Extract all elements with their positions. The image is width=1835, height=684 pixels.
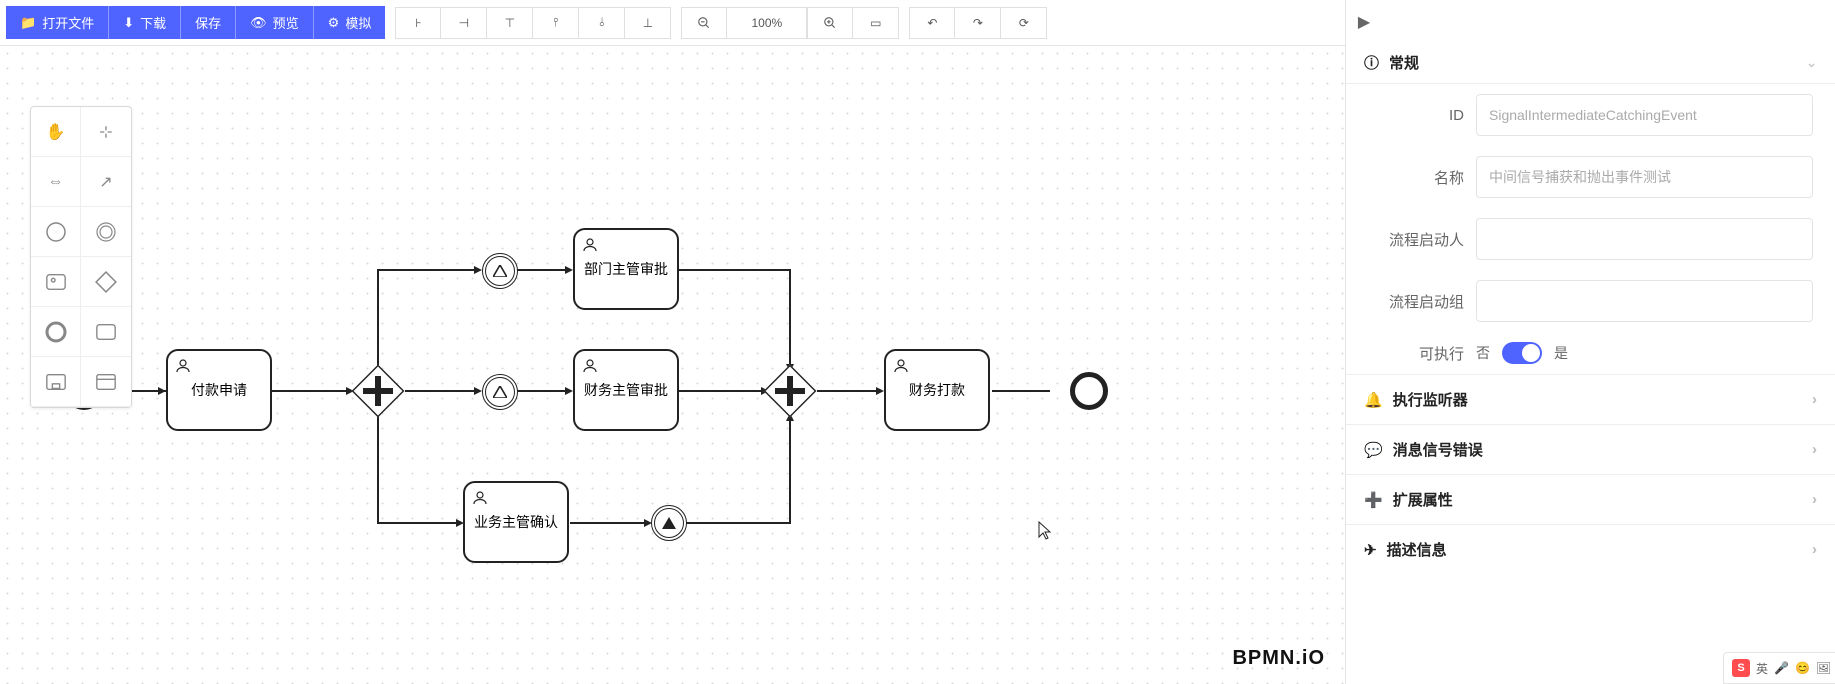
redo-button[interactable]: ↷: [955, 7, 1001, 39]
open-file-button[interactable]: 📁打开文件: [6, 6, 109, 39]
undo-button[interactable]: ↶: [909, 7, 955, 39]
chevron-right-icon: ›: [1812, 441, 1817, 458]
section-message[interactable]: 💬 消息信号错误 ›: [1346, 424, 1835, 474]
section-listener[interactable]: 🔔 执行监听器 ›: [1346, 374, 1835, 424]
folder-icon: 📁: [20, 15, 36, 31]
starter-input[interactable]: [1476, 218, 1813, 260]
cursor-icon: [1038, 521, 1052, 541]
space-tool[interactable]: ⇔: [31, 157, 81, 207]
user-icon: [174, 357, 192, 375]
section-label: 消息信号错误: [1393, 439, 1483, 460]
chevron-right-icon: ›: [1812, 541, 1817, 558]
chevron-right-icon: ›: [1812, 491, 1817, 508]
download-button[interactable]: ⬇下载: [109, 6, 181, 39]
id-input[interactable]: [1476, 94, 1813, 136]
parallel-gateway-split[interactable]: [352, 365, 404, 417]
section-desc[interactable]: ✈ 描述信息 ›: [1346, 524, 1835, 574]
signal-catch-2[interactable]: [482, 374, 518, 410]
plus-circle-icon: ➕: [1364, 491, 1383, 509]
hand-tool[interactable]: ✋: [31, 107, 81, 157]
task-payment-request[interactable]: 付款申请: [166, 349, 272, 431]
bell-icon: 🔔: [1364, 391, 1383, 409]
zoom-fit-button[interactable]: ▭: [853, 7, 899, 39]
task-label: 财务打款: [909, 380, 965, 400]
user-icon: [892, 357, 910, 375]
task-business-confirm[interactable]: 业务主管确认: [463, 481, 569, 563]
align-middle-button[interactable]: ⫰: [579, 7, 625, 39]
panel-collapse-button[interactable]: ▶: [1350, 8, 1378, 36]
zoom-percent: 100%: [727, 7, 807, 39]
align-right-button[interactable]: ⊣: [441, 7, 487, 39]
lasso-tool[interactable]: ⊹: [81, 107, 131, 157]
chevron-right-icon: ›: [1812, 391, 1817, 408]
executable-switch[interactable]: [1502, 342, 1542, 364]
task-finance-pay[interactable]: 财务打款: [884, 349, 990, 431]
properties-panel: ▶ ⓘ 常规 ⌄ ID 名称 流程启动人 流程启动组 可执行 否 是 🔔 执行监…: [1345, 0, 1835, 684]
message-icon: 💬: [1364, 441, 1383, 459]
align-center-button[interactable]: ⫯: [533, 7, 579, 39]
ime-lang: 英: [1756, 660, 1768, 677]
watermark: BPMN.iO: [1232, 647, 1325, 670]
switch-no: 否: [1476, 343, 1490, 363]
send-icon: ✈: [1364, 541, 1377, 559]
user-icon: [581, 236, 599, 254]
end-event-tool[interactable]: [31, 307, 81, 357]
element-palette: ✋ ⊹ ⇔ ↗: [30, 106, 132, 408]
intermediate-event-tool[interactable]: [81, 207, 131, 257]
main-toolbar: 📁打开文件 ⬇下载 保存 👁预览 ⚙模拟 ⊦ ⊣ ⊤ ⫯ ⫰ ⊥ 100% ▭ …: [0, 0, 1345, 45]
simulate-button[interactable]: ⚙模拟: [314, 6, 386, 39]
sogou-icon: S: [1732, 659, 1750, 677]
task-label: 付款申请: [191, 380, 247, 400]
gateway-tool[interactable]: [81, 257, 131, 307]
executable-label: 可执行: [1368, 343, 1464, 364]
task-tool[interactable]: [81, 307, 131, 357]
connect-tool[interactable]: ↗: [81, 157, 131, 207]
task-label: 业务主管确认: [474, 512, 558, 532]
eye-icon: 👁: [250, 15, 267, 31]
align-top-button[interactable]: ⊤: [487, 7, 533, 39]
section-ext[interactable]: ➕ 扩展属性 ›: [1346, 474, 1835, 524]
section-title-general: 常规: [1389, 52, 1419, 73]
ime-indicator[interactable]: S 英 🎤 😊 🖼: [1723, 652, 1835, 684]
name-label: 名称: [1368, 167, 1464, 188]
section-label: 描述信息: [1387, 539, 1447, 560]
gear-icon: ⚙: [328, 15, 340, 31]
starter-label: 流程启动人: [1368, 229, 1464, 250]
end-event[interactable]: [1070, 372, 1108, 410]
chevron-down-icon[interactable]: ⌄: [1806, 55, 1817, 71]
section-label: 扩展属性: [1393, 489, 1453, 510]
bpmn-canvas[interactable]: ✋ ⊹ ⇔ ↗: [0, 46, 1345, 684]
section-label: 执行监听器: [1393, 389, 1468, 410]
align-left-button[interactable]: ⊦: [395, 7, 441, 39]
signal-throw[interactable]: [651, 505, 687, 541]
starter-group-input[interactable]: [1476, 280, 1813, 322]
save-button[interactable]: 保存: [181, 6, 236, 39]
data-object-tool[interactable]: [81, 357, 131, 407]
parallel-gateway-join[interactable]: [764, 365, 816, 417]
subprocess-tool[interactable]: [31, 357, 81, 407]
switch-yes: 是: [1554, 343, 1568, 363]
align-bottom-button[interactable]: ⊥: [625, 7, 671, 39]
zoom-in-button[interactable]: [807, 7, 853, 39]
preview-button[interactable]: 👁预览: [236, 6, 314, 39]
signal-catch-1[interactable]: [482, 253, 518, 289]
task-label: 部门主管审批: [584, 259, 668, 279]
user-icon: [471, 489, 489, 507]
info-icon: ⓘ: [1364, 52, 1379, 73]
refresh-button[interactable]: ⟳: [1001, 7, 1047, 39]
user-icon: [581, 357, 599, 375]
id-label: ID: [1368, 107, 1464, 124]
name-input[interactable]: [1476, 156, 1813, 198]
download-icon: ⬇: [123, 15, 134, 31]
task-dept-approve[interactable]: 部门主管审批: [573, 228, 679, 310]
zoom-out-button[interactable]: [681, 7, 727, 39]
starter-group-label: 流程启动组: [1368, 291, 1464, 312]
task-label: 财务主管审批: [584, 380, 668, 400]
user-task-tool[interactable]: [31, 257, 81, 307]
start-event-tool[interactable]: [31, 207, 81, 257]
task-finance-approve[interactable]: 财务主管审批: [573, 349, 679, 431]
